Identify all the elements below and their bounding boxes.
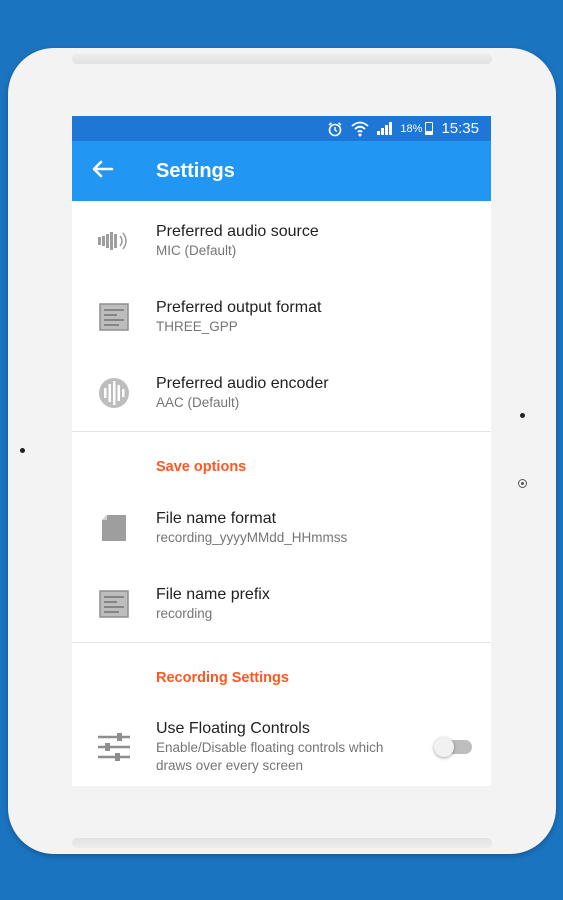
floating-controls-toggle[interactable]	[431, 737, 491, 757]
setting-title: Preferred audio source	[156, 223, 319, 240]
setting-value: recording	[156, 606, 213, 621]
setting-file-name-format[interactable]: File name format recording_yyyyMMdd_HHmm…	[72, 490, 491, 566]
signal-icon	[377, 122, 393, 135]
battery-icon	[425, 122, 434, 135]
setting-audio-source[interactable]: Preferred audio source MIC (Default)	[72, 203, 491, 279]
sensor-dot	[520, 413, 525, 418]
wifi-icon	[351, 121, 370, 136]
setting-file-name-prefix[interactable]: File name prefix recording	[72, 566, 491, 642]
setting-floating-controls[interactable]: Use Floating Controls Enable/Disable flo…	[72, 701, 491, 786]
page-title: Settings	[156, 159, 235, 182]
setting-value: recording_yyyyMMdd_HHmmss	[156, 530, 348, 545]
speaker-icon	[72, 231, 156, 251]
setting-description: Enable/Disable floating controls which d…	[156, 740, 384, 773]
waveform-icon	[72, 377, 156, 409]
setting-value: AAC (Default)	[156, 395, 240, 410]
app-bar: Settings	[72, 141, 491, 201]
status-bar: 18% 15:35	[72, 116, 491, 141]
home-sensor	[518, 479, 527, 488]
setting-title: File name prefix	[156, 586, 270, 603]
alarm-icon	[328, 121, 342, 136]
setting-title: File name format	[156, 510, 277, 527]
setting-value: THREE_GPP	[156, 319, 238, 334]
sliders-icon	[72, 732, 156, 762]
toggle-track	[434, 737, 472, 757]
clock: 15:35	[441, 120, 479, 137]
setting-output-format[interactable]: Preferred output format THREE_GPP	[72, 279, 491, 355]
setting-audio-encoder[interactable]: Preferred audio encoder AAC (Default)	[72, 355, 491, 431]
battery-percent: 18%	[400, 122, 423, 135]
document-list-icon	[72, 590, 156, 618]
front-camera	[20, 448, 25, 453]
file-icon	[72, 514, 156, 542]
document-list-icon	[72, 303, 156, 331]
setting-value: MIC (Default)	[156, 243, 237, 258]
setting-title: Preferred audio encoder	[156, 375, 329, 392]
toggle-thumb	[434, 737, 454, 757]
device-screen: 18% 15:35 Settings Preferred audio sourc…	[72, 116, 491, 786]
setting-title: Preferred output format	[156, 299, 322, 316]
setting-title: Use Floating Controls	[156, 720, 310, 737]
back-arrow-icon[interactable]	[72, 159, 156, 183]
